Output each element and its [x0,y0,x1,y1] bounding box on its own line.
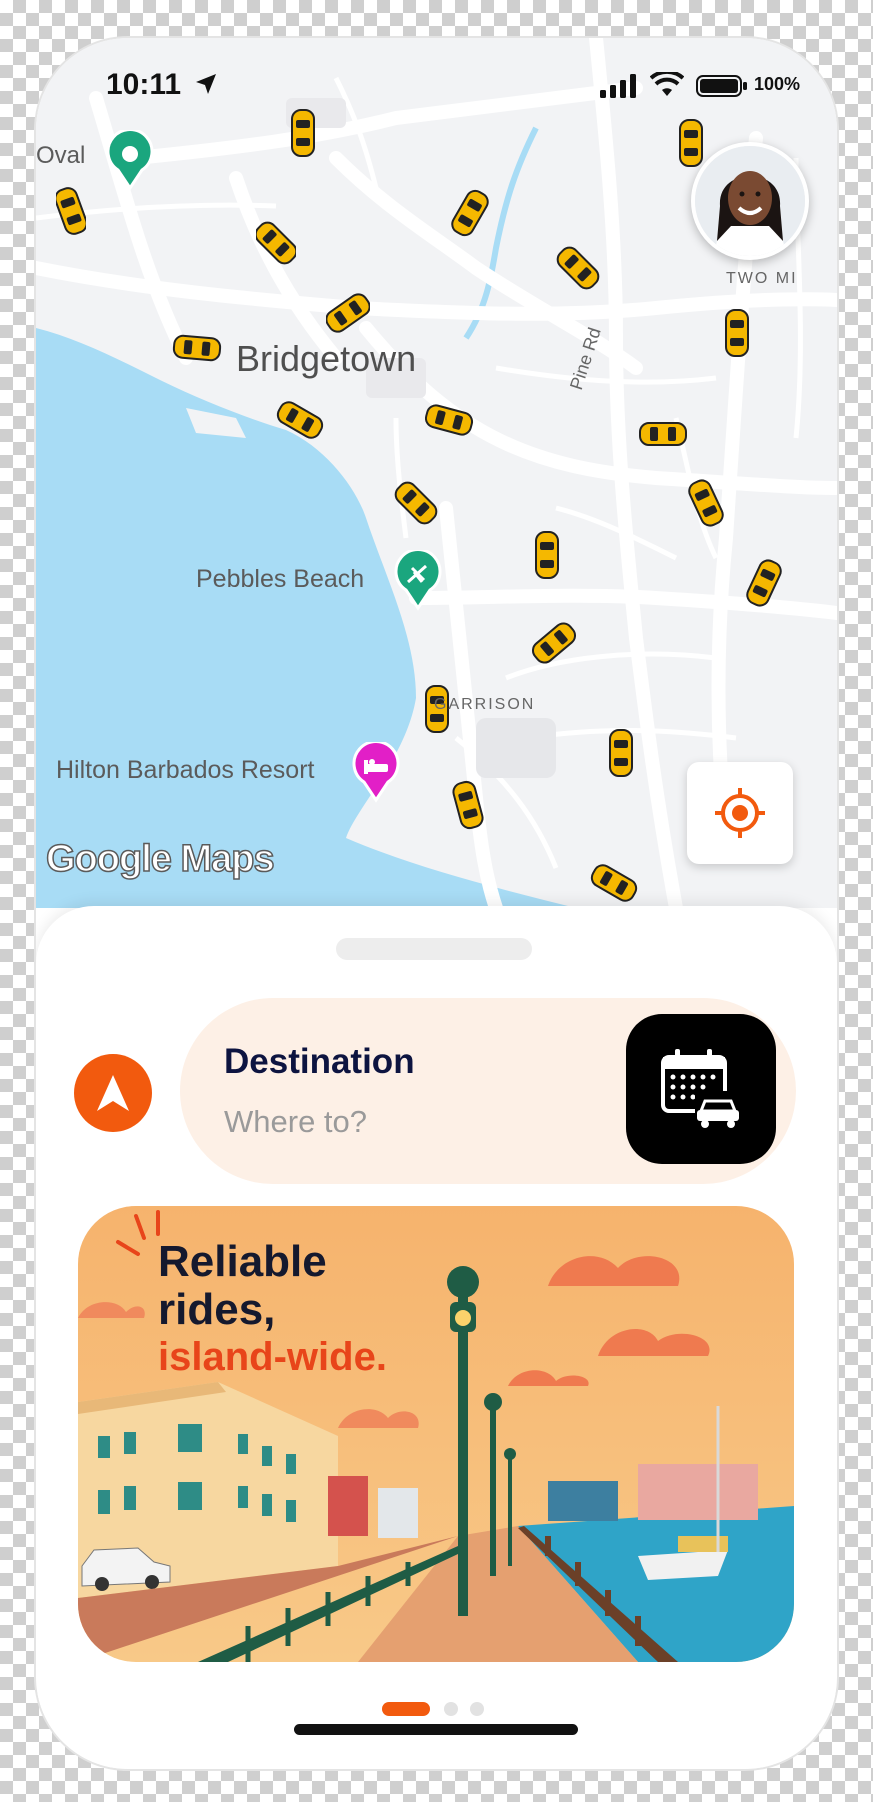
taxi-icon [452,780,484,830]
map-pin-green-icon[interactable] [104,130,156,192]
map-view[interactable]: Bridgetown Oval Pebbles Beach Hilton Bar… [36,38,837,908]
taxi-icon [424,404,474,436]
banner-headline-3: island-wide. [158,1335,387,1379]
taxi-icon [556,246,600,290]
taxi-icon [679,119,703,167]
taxi-icon [688,479,724,527]
destination-title: Destination [224,1042,415,1081]
destination-placeholder: Where to? [224,1104,368,1139]
taxi-icon [531,622,577,664]
pager-dot[interactable] [470,1702,484,1716]
status-bar: 10:11 100% [36,38,837,118]
banner-headline-1: Reliable [158,1237,327,1286]
cellular-signal-icon [600,74,636,98]
calendar-car-icon [661,1049,741,1128]
battery-icon [696,75,747,97]
location-arrow-icon [196,74,216,94]
pebbles-beach-label: Pebbles Beach [196,565,365,593]
hilton-label: Hilton Barbados Resort [56,756,315,784]
taxi-icon [535,531,559,579]
pager-dot[interactable] [444,1702,458,1716]
status-time: 10:11 [106,68,182,101]
navigation-button[interactable] [74,1054,152,1132]
city-label: Bridgetown [236,338,417,379]
taxi-icon [276,401,324,439]
schedule-ride-button[interactable] [626,1014,776,1164]
two-mile-label: TWO MI [726,270,798,287]
pager-dot-active[interactable] [382,1702,430,1716]
taxi-icon [256,221,296,265]
taxi-icon [639,422,687,446]
garrison-label: GARRISON [434,696,536,713]
bottom-sheet: Destination Where to? Reliable rides, is… [36,906,837,1769]
taxi-icon [725,309,749,357]
wifi-icon [650,72,684,96]
sheet-grabber[interactable] [336,938,532,960]
google-maps-attribution: Google Maps [45,837,275,881]
banner-headline-2: rides, [158,1285,276,1334]
oval-label: Oval [36,142,86,169]
taxi-icon [326,293,370,333]
battery-percent: 100% [754,74,801,94]
taxi-icon [746,559,782,607]
taxi-icon [609,729,633,777]
my-location-button[interactable] [687,762,793,864]
destination-field[interactable]: Destination Where to? [180,998,796,1184]
beach-pin-icon[interactable] [392,550,444,612]
home-indicator[interactable] [294,1724,578,1735]
taxi-icon [451,189,489,237]
crosshair-icon [715,788,765,838]
navigation-arrow-icon [97,1075,129,1111]
phone-frame: Bridgetown Oval Pebbles Beach Hilton Bar… [36,38,837,1769]
hotel-pin-icon[interactable] [350,742,402,804]
taxi-icon [172,334,222,362]
avatar-image [695,146,805,256]
promo-banner[interactable]: Reliable rides, island-wide. [78,1206,794,1662]
profile-avatar[interactable] [691,142,809,260]
taxi-icon [394,481,438,525]
taxi-icon [590,864,638,902]
taxi-icon [56,187,86,235]
